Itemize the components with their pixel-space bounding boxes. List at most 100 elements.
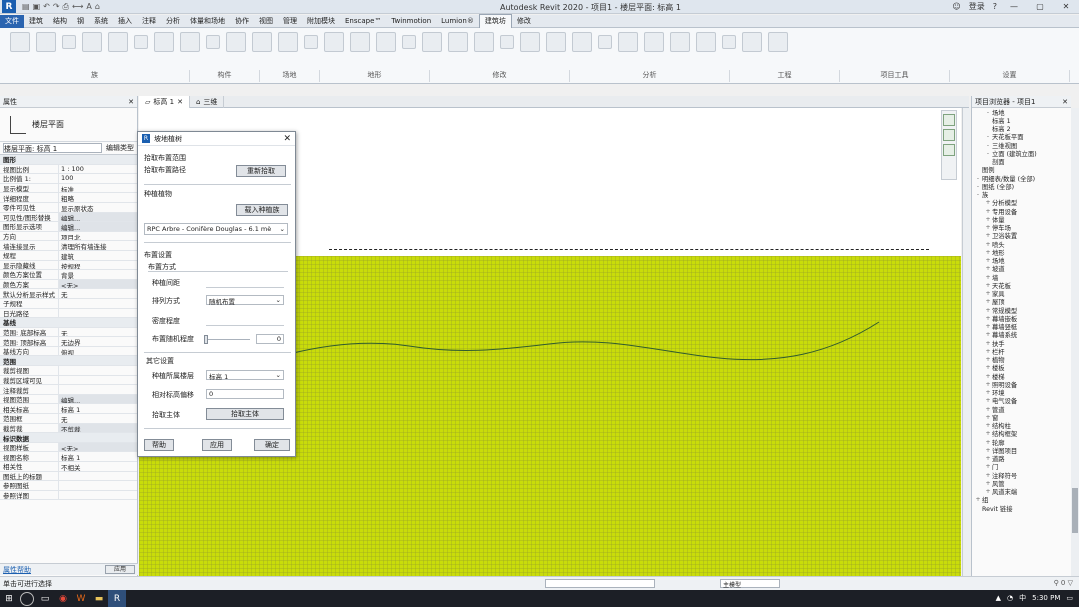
tool-icon[interactable]: [82, 32, 102, 52]
minimize-button[interactable]: —: [1005, 2, 1023, 11]
tool-icon[interactable]: [402, 35, 416, 49]
tab-collaborate[interactable]: 协作: [230, 15, 254, 28]
browser-tree-item[interactable]: + 管道: [972, 405, 1071, 414]
type-selector[interactable]: 楼层平面: [0, 108, 137, 142]
tree-toggle-icon[interactable]: +: [984, 414, 992, 421]
tree-toggle-icon[interactable]: +: [984, 422, 992, 429]
tool-icon[interactable]: [546, 32, 566, 52]
property-value[interactable]: [58, 366, 137, 375]
browser-tree-item[interactable]: + 幕墙竖梃: [972, 323, 1071, 331]
browser-tree-item[interactable]: + 楼板: [972, 364, 1071, 372]
browser-tree-item[interactable]: + 场地: [972, 257, 1071, 265]
browser-tree-item[interactable]: - 天花板平面: [972, 133, 1071, 141]
tab-steel[interactable]: 钢: [72, 15, 89, 28]
property-value[interactable]: [58, 385, 137, 394]
tree-toggle-icon[interactable]: +: [984, 397, 992, 404]
help-button[interactable]: 帮助: [144, 439, 174, 451]
tab-manage[interactable]: 管理: [278, 15, 302, 28]
browser-tree-item[interactable]: + 环境: [972, 389, 1071, 397]
pick-path-label[interactable]: 拾取布置路径: [144, 165, 186, 175]
browser-tree-item[interactable]: + 窗: [972, 413, 1071, 422]
tool-icon[interactable]: [154, 32, 174, 52]
property-value[interactable]: 标高 1: [58, 452, 137, 461]
revit-taskbar-icon[interactable]: R: [108, 590, 126, 607]
help-icon[interactable]: ?: [993, 2, 997, 11]
redo-icon[interactable]: ↷: [53, 2, 60, 12]
repick-button[interactable]: 重新拾取: [236, 165, 286, 177]
tree-toggle-icon[interactable]: +: [984, 282, 992, 289]
close-icon[interactable]: ✕: [1062, 98, 1068, 106]
tree-toggle-icon[interactable]: +: [984, 348, 992, 355]
tool-icon[interactable]: [598, 35, 612, 49]
tab-architecture[interactable]: 建筑: [24, 15, 48, 28]
property-value[interactable]: 显示原状态: [58, 202, 137, 212]
property-value[interactable]: [58, 481, 137, 490]
tab-enscape[interactable]: Enscape™: [340, 15, 386, 28]
tab-lumion[interactable]: Lumion®: [436, 15, 479, 28]
tool-icon[interactable]: [206, 35, 220, 49]
scroll-thumb[interactable]: [1072, 488, 1078, 533]
property-value[interactable]: [58, 308, 137, 318]
tree-toggle-icon[interactable]: +: [984, 331, 992, 338]
undo-icon[interactable]: ↶: [43, 2, 50, 12]
browser-tree-item[interactable]: + 幕墙系统: [972, 331, 1071, 339]
browser-tree-item[interactable]: + 植物: [972, 356, 1071, 364]
tool-icon[interactable]: [722, 35, 736, 49]
tool-icon[interactable]: [696, 32, 716, 52]
tree-toggle-icon[interactable]: +: [984, 406, 992, 413]
tool-icon[interactable]: [422, 32, 442, 52]
browser-tree-item[interactable]: + 结构框架: [972, 430, 1071, 438]
property-value[interactable]: 无: [58, 289, 137, 298]
tree-toggle-icon[interactable]: -: [974, 183, 982, 190]
tool-icon[interactable]: [500, 35, 514, 49]
tab-structure[interactable]: 结构: [48, 15, 72, 28]
tab-addins[interactable]: 附加模块: [302, 15, 340, 28]
tree-toggle-icon[interactable]: +: [984, 224, 992, 231]
browser-tree-item[interactable]: + 电气设备: [972, 397, 1071, 405]
tree-toggle-icon[interactable]: +: [984, 216, 992, 223]
save-icon[interactable]: ▣: [33, 2, 41, 12]
property-value[interactable]: 无: [58, 327, 137, 337]
input-language[interactable]: 中: [1019, 593, 1026, 603]
revit-logo-icon[interactable]: R: [2, 0, 16, 13]
tool-icon[interactable]: [376, 32, 396, 52]
browser-tree-item[interactable]: + 注释符号: [972, 471, 1071, 480]
tree-toggle-icon[interactable]: +: [984, 307, 992, 314]
tool-icon[interactable]: [10, 32, 30, 52]
folder-icon[interactable]: ▬: [90, 590, 108, 607]
browser-scrollbar[interactable]: [1071, 108, 1079, 576]
tree-toggle-icon[interactable]: +: [984, 274, 992, 281]
tool-icon[interactable]: [572, 32, 592, 52]
notification-icon[interactable]: ▭: [1066, 594, 1073, 602]
network-icon[interactable]: ▲: [996, 594, 1001, 602]
tool-icon[interactable]: [670, 32, 690, 52]
browser-tree-item[interactable]: + 结构柱: [972, 422, 1071, 430]
tab-view[interactable]: 视图: [254, 15, 278, 28]
property-value[interactable]: 粗略: [58, 193, 137, 202]
measure-icon[interactable]: ⟷: [72, 2, 83, 12]
tool-icon[interactable]: [350, 32, 370, 52]
browser-tree-item[interactable]: + 墙: [972, 273, 1071, 282]
browser-tree-item[interactable]: + 专用设备: [972, 207, 1071, 216]
tool-icon[interactable]: [520, 32, 540, 52]
browser-tree-item[interactable]: + 门: [972, 463, 1071, 471]
property-value[interactable]: [58, 471, 137, 481]
tree-toggle-icon[interactable]: -: [984, 133, 992, 140]
property-value[interactable]: 无边界: [58, 337, 137, 346]
tree-toggle-icon[interactable]: -: [974, 191, 982, 198]
workset-selector[interactable]: [545, 579, 655, 588]
tree-toggle-icon[interactable]: +: [984, 249, 992, 256]
placement-path-line[interactable]: [288, 321, 880, 361]
tree-toggle-icon[interactable]: -: [984, 142, 992, 149]
tree-toggle-icon[interactable]: +: [984, 356, 992, 363]
property-value[interactable]: [58, 298, 137, 308]
tab-modify[interactable]: 修改: [512, 15, 536, 28]
tree-toggle-icon[interactable]: +: [984, 265, 992, 272]
start-button[interactable]: ⊞: [0, 590, 18, 607]
property-value[interactable]: [58, 375, 137, 385]
tool-icon[interactable]: [108, 32, 128, 52]
property-value[interactable]: <无>: [58, 279, 137, 289]
browser-tree-item[interactable]: - 立面 (建筑立面): [972, 149, 1071, 158]
tree-toggle-icon[interactable]: +: [984, 232, 992, 239]
browser-tree-item[interactable]: + 栏杆: [972, 347, 1071, 356]
